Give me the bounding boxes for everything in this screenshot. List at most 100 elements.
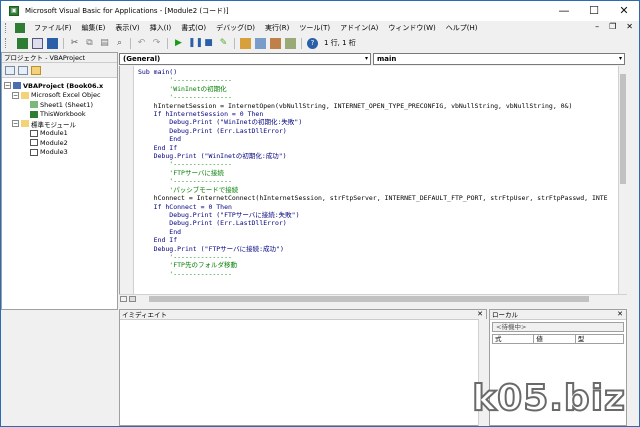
tree-item-modules-folder[interactable]: − 標準モジュール [2, 119, 117, 129]
toggle-folders-icon[interactable] [31, 65, 41, 75]
code-line: '--------------- [138, 177, 232, 186]
immediate-window[interactable]: イミディエイト ✕ [119, 309, 487, 426]
code-window-header: (General) ▾ main ▾ [119, 52, 627, 66]
code-line: hConnect = InternetConnect(hInternetSess… [138, 194, 608, 203]
excel-icon[interactable] [15, 23, 25, 33]
column-expression[interactable]: 式 [493, 335, 535, 343]
toolbar-separator [130, 37, 131, 49]
tree-item-excel-objects[interactable]: − Microsoft Excel Objec [2, 91, 117, 101]
menu-file[interactable]: ファイル(F) [29, 23, 77, 33]
tree-item-module2[interactable]: Module2 [2, 138, 117, 148]
toolbar-separator [167, 37, 168, 49]
code-editor[interactable]: Sub main() '--------------- 'WinInetの初期化… [119, 66, 618, 294]
mdi-minimize-button[interactable]: – [595, 22, 599, 31]
workbook-icon [30, 110, 38, 118]
menu-edit[interactable]: 編集(E) [77, 23, 111, 33]
tree-item-sheet1[interactable]: Sheet1 (Sheet1) [2, 100, 117, 110]
code-line: Debug.Print (Err.LastDllError) [138, 219, 287, 228]
cut-icon[interactable]: ✂ [69, 38, 80, 49]
code-line: Sub main() [138, 68, 178, 76]
redo-icon[interactable]: ↷ [151, 38, 162, 49]
code-line: Debug.Print (Err.LastDllError) [138, 126, 287, 135]
procedure-combo[interactable]: main ▾ [373, 53, 625, 65]
menu-grip-icon[interactable] [5, 23, 11, 33]
code-line: 'FTPサーバに接続 [138, 168, 224, 177]
mdi-close-button[interactable]: ✕ [626, 22, 633, 31]
code-vertical-scrollbar[interactable] [618, 66, 627, 294]
undo-icon[interactable]: ↶ [136, 38, 147, 49]
code-line: 'パッシブモードで接続 [138, 185, 239, 194]
chevron-down-icon: ▾ [618, 55, 622, 62]
toolbar-separator [234, 37, 235, 49]
menu-help[interactable]: ヘルプ(H) [441, 23, 483, 33]
code-line: End If [138, 143, 178, 152]
tree-item-vbaproject[interactable]: − VBAProject (Book06.x [2, 81, 117, 91]
locals-window-title: ローカル [490, 310, 626, 320]
menu-run[interactable]: 実行(R) [260, 23, 294, 33]
break-icon[interactable]: ❚❚ [188, 38, 203, 49]
menu-tools[interactable]: ツール(T) [294, 23, 335, 33]
excel-icon[interactable] [17, 37, 28, 49]
mdi-restore-button[interactable]: ❐ [609, 22, 616, 31]
standard-toolbar: ✂ ⧉ ▤ ⌕ ↶ ↷ ▶ ❚❚ ■ ✎ ? 1 行, 1 桁 [1, 35, 401, 51]
close-icon[interactable]: ✕ [617, 310, 623, 318]
code-line: Debug.Print ("FTPサーバに接続:成功") [138, 244, 284, 253]
project-explorer-icon[interactable] [240, 37, 251, 49]
help-icon[interactable]: ? [307, 37, 318, 49]
menu-debug[interactable]: デバッグ(D) [211, 23, 260, 33]
full-module-view-icon[interactable] [129, 296, 136, 302]
close-button[interactable]: ✕ [609, 1, 639, 21]
menu-window[interactable]: ウィンドウ(W) [383, 23, 440, 33]
menu-addins[interactable]: アドイン(A) [335, 23, 383, 33]
procedure-view-icon[interactable] [120, 296, 127, 302]
view-code-icon[interactable] [5, 65, 15, 75]
cursor-position: 1 行, 1 桁 [324, 39, 356, 47]
reset-icon[interactable]: ■ [203, 38, 214, 49]
copy-icon[interactable]: ⧉ [84, 38, 95, 49]
tree-item-thisworkbook[interactable]: ThisWorkbook [2, 110, 117, 120]
immediate-window-title: イミディエイト [120, 310, 486, 320]
margin-indicator-bar[interactable] [120, 66, 134, 294]
paste-icon[interactable]: ▤ [99, 38, 110, 49]
window-title: Microsoft Visual Basic for Applications … [25, 7, 229, 15]
tree-item-module1[interactable]: Module1 [2, 129, 117, 139]
code-line: Debug.Print ("WinInetの初期化:成功") [138, 152, 287, 161]
code-line: '--------------- [138, 93, 232, 102]
scrollbar-thumb[interactable] [620, 74, 626, 184]
toolbox-icon[interactable] [285, 37, 296, 49]
menu-insert[interactable]: 挿入(I) [145, 23, 177, 33]
code-line: End [138, 135, 182, 144]
object-browser-icon[interactable] [270, 37, 281, 49]
code-line: 'FTP先のフォルダ移動 [138, 261, 237, 270]
collapse-icon[interactable]: − [12, 91, 19, 99]
find-icon[interactable]: ⌕ [114, 38, 125, 49]
column-type[interactable]: 型 [576, 335, 623, 343]
object-combo[interactable]: (General) ▾ [119, 53, 371, 65]
menu-view[interactable]: 表示(V) [110, 23, 144, 33]
scrollbar-thumb[interactable] [149, 296, 589, 302]
minimize-button[interactable]: — [549, 1, 579, 21]
menu-format[interactable]: 書式(O) [176, 23, 211, 33]
project-explorer-toolbar [2, 63, 117, 78]
view-object-icon[interactable] [18, 65, 28, 75]
locals-column-header: 式 値 型 [492, 334, 624, 344]
folder-icon [21, 120, 29, 128]
column-value[interactable]: 値 [534, 335, 576, 343]
insert-module-icon[interactable] [32, 37, 43, 49]
run-icon[interactable]: ▶ [173, 38, 184, 49]
locals-status: <待機中> [492, 322, 624, 332]
folder-icon [21, 91, 29, 99]
toolbar-grip-icon[interactable] [5, 38, 11, 48]
properties-icon[interactable] [255, 37, 266, 49]
tree-item-module3[interactable]: Module3 [2, 148, 117, 158]
code-horizontal-scrollbar[interactable] [119, 294, 627, 303]
close-icon[interactable]: ✕ [477, 310, 483, 318]
save-icon[interactable] [47, 37, 58, 49]
design-mode-icon[interactable]: ✎ [218, 38, 229, 49]
collapse-icon[interactable]: − [4, 82, 11, 90]
maximize-button[interactable]: ☐ [579, 1, 609, 21]
collapse-icon[interactable]: − [12, 120, 19, 128]
code-line: Debug.Print ("FTPサーバに接続:失敗") [138, 210, 300, 219]
project-icon [13, 82, 21, 90]
code-line: If hConnect = 0 Then [138, 202, 232, 211]
